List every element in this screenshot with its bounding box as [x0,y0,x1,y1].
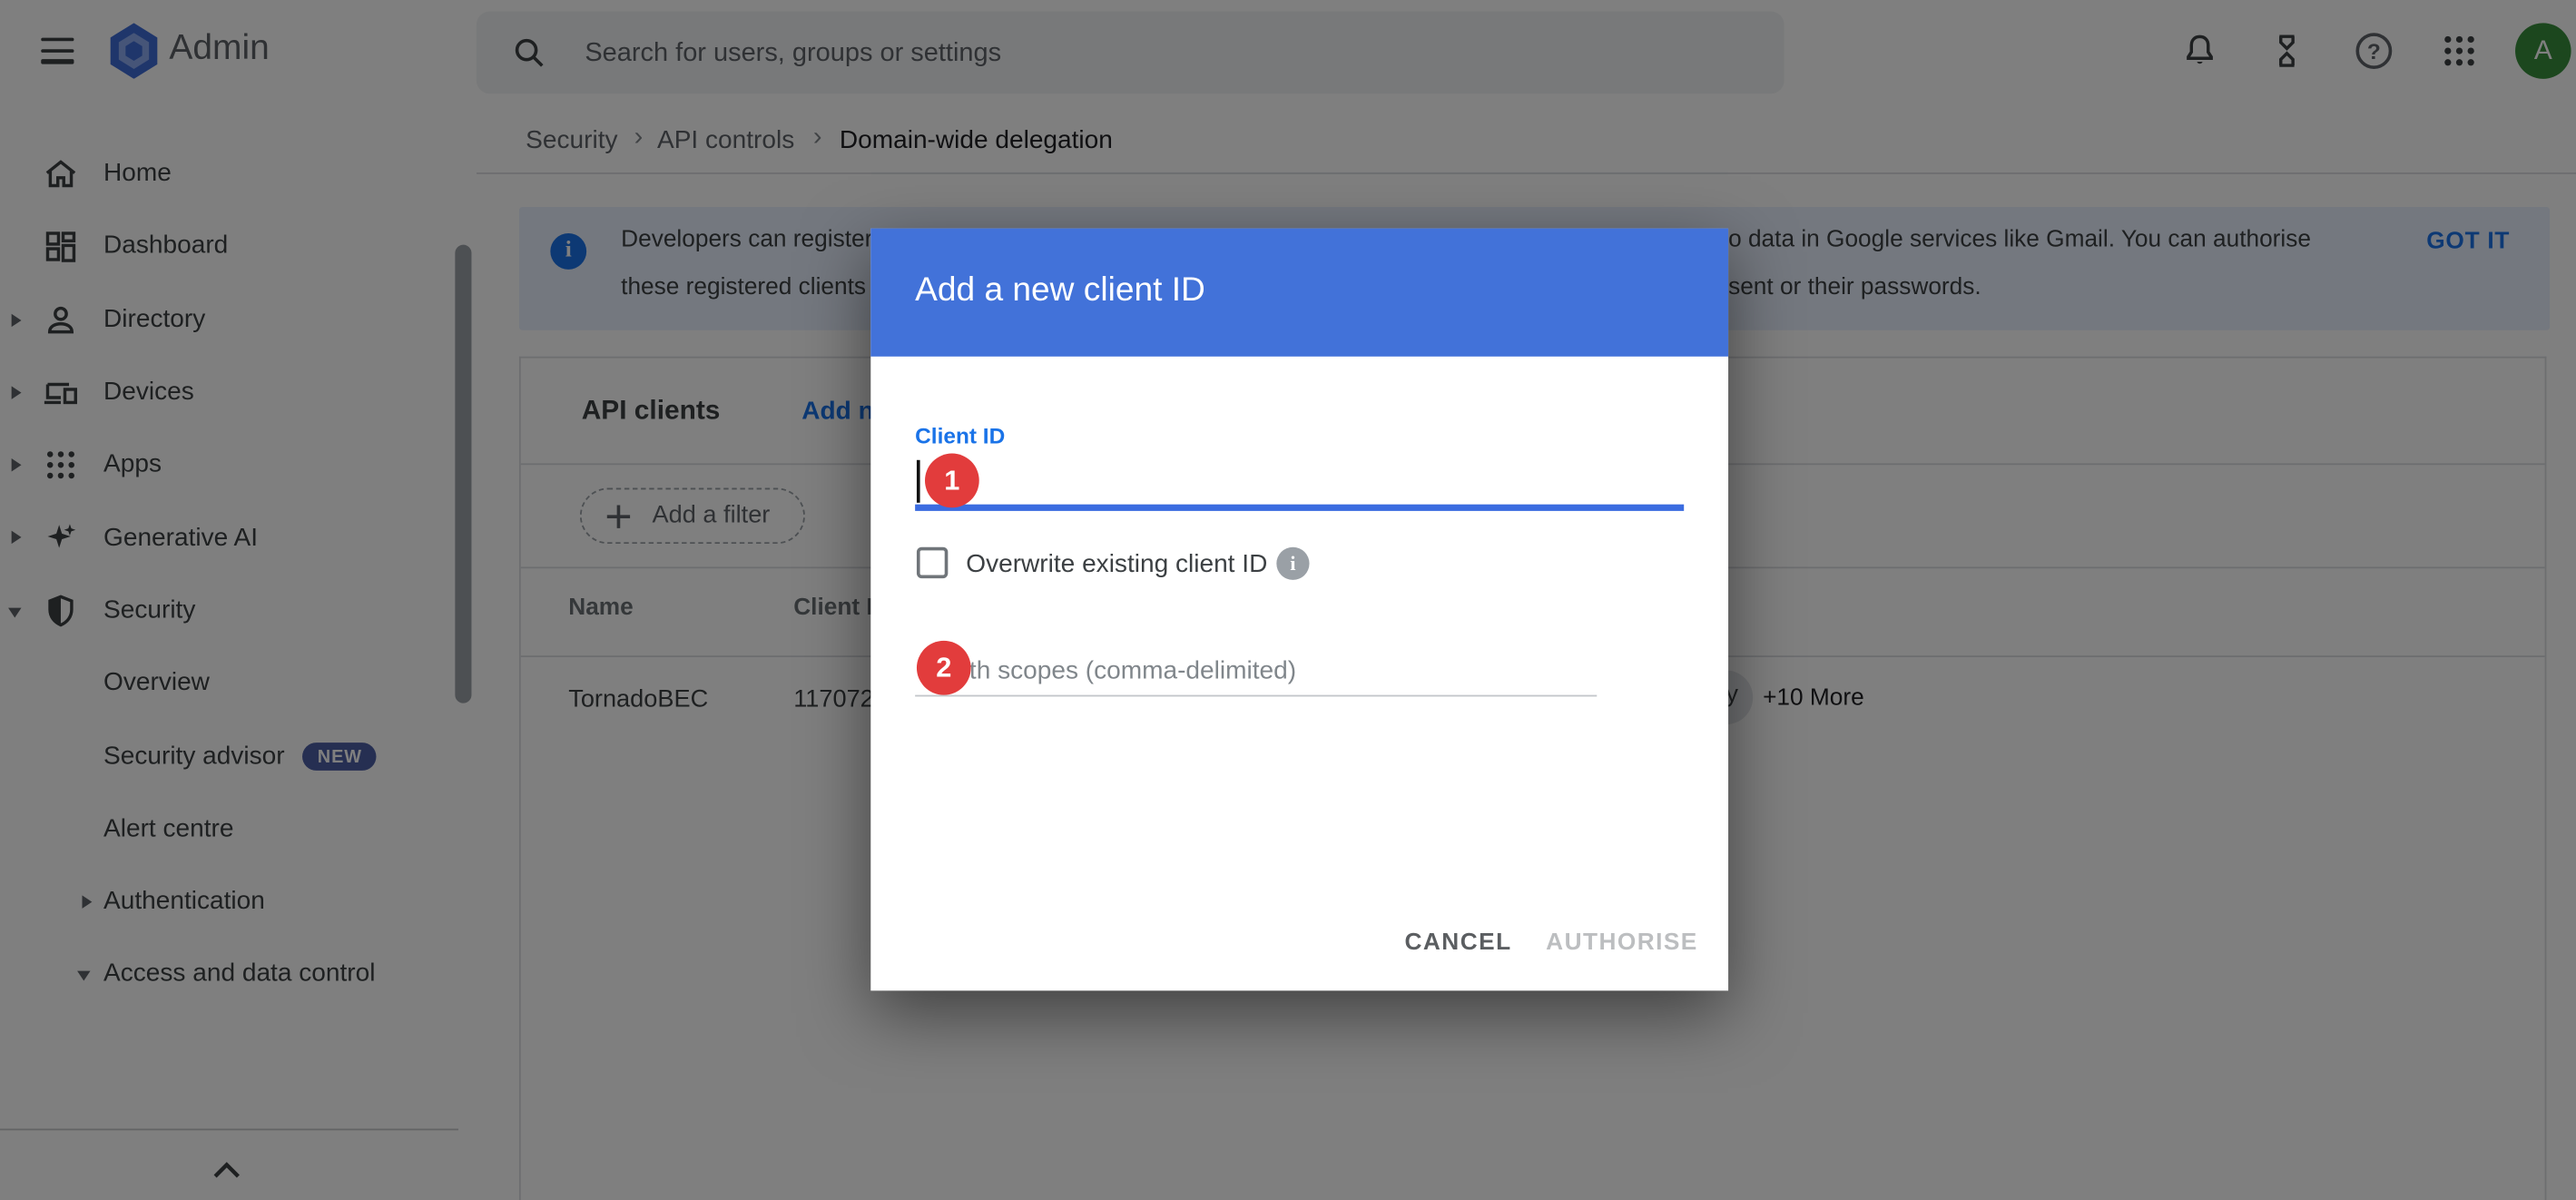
admin-console-page: Admin ? A S [0,0,2576,1200]
cancel-button[interactable]: CANCEL [1405,930,1512,956]
client-id-field-label: Client ID [915,424,1005,448]
dialog-title: Add a new client ID [915,271,1205,310]
add-client-id-dialog: Add a new client ID Client ID Overwrite … [870,229,1728,991]
overwrite-checkbox-label: Overwrite existing client ID [966,550,1267,580]
info-icon[interactable]: i [1276,547,1309,580]
authorise-button[interactable]: AUTHORISE [1546,930,1698,956]
oauth-scopes-input[interactable] [915,647,1603,696]
overwrite-checkbox[interactable] [917,547,948,578]
client-id-field-underline [915,505,1684,510]
dialog-header: Add a new client ID [870,229,1728,357]
annotation-step-2-badge: 2 [917,641,971,695]
text-caret [917,460,920,503]
scopes-field-underline [915,695,1597,697]
client-id-input[interactable] [921,458,1635,507]
annotation-step-1-badge: 1 [925,454,979,508]
